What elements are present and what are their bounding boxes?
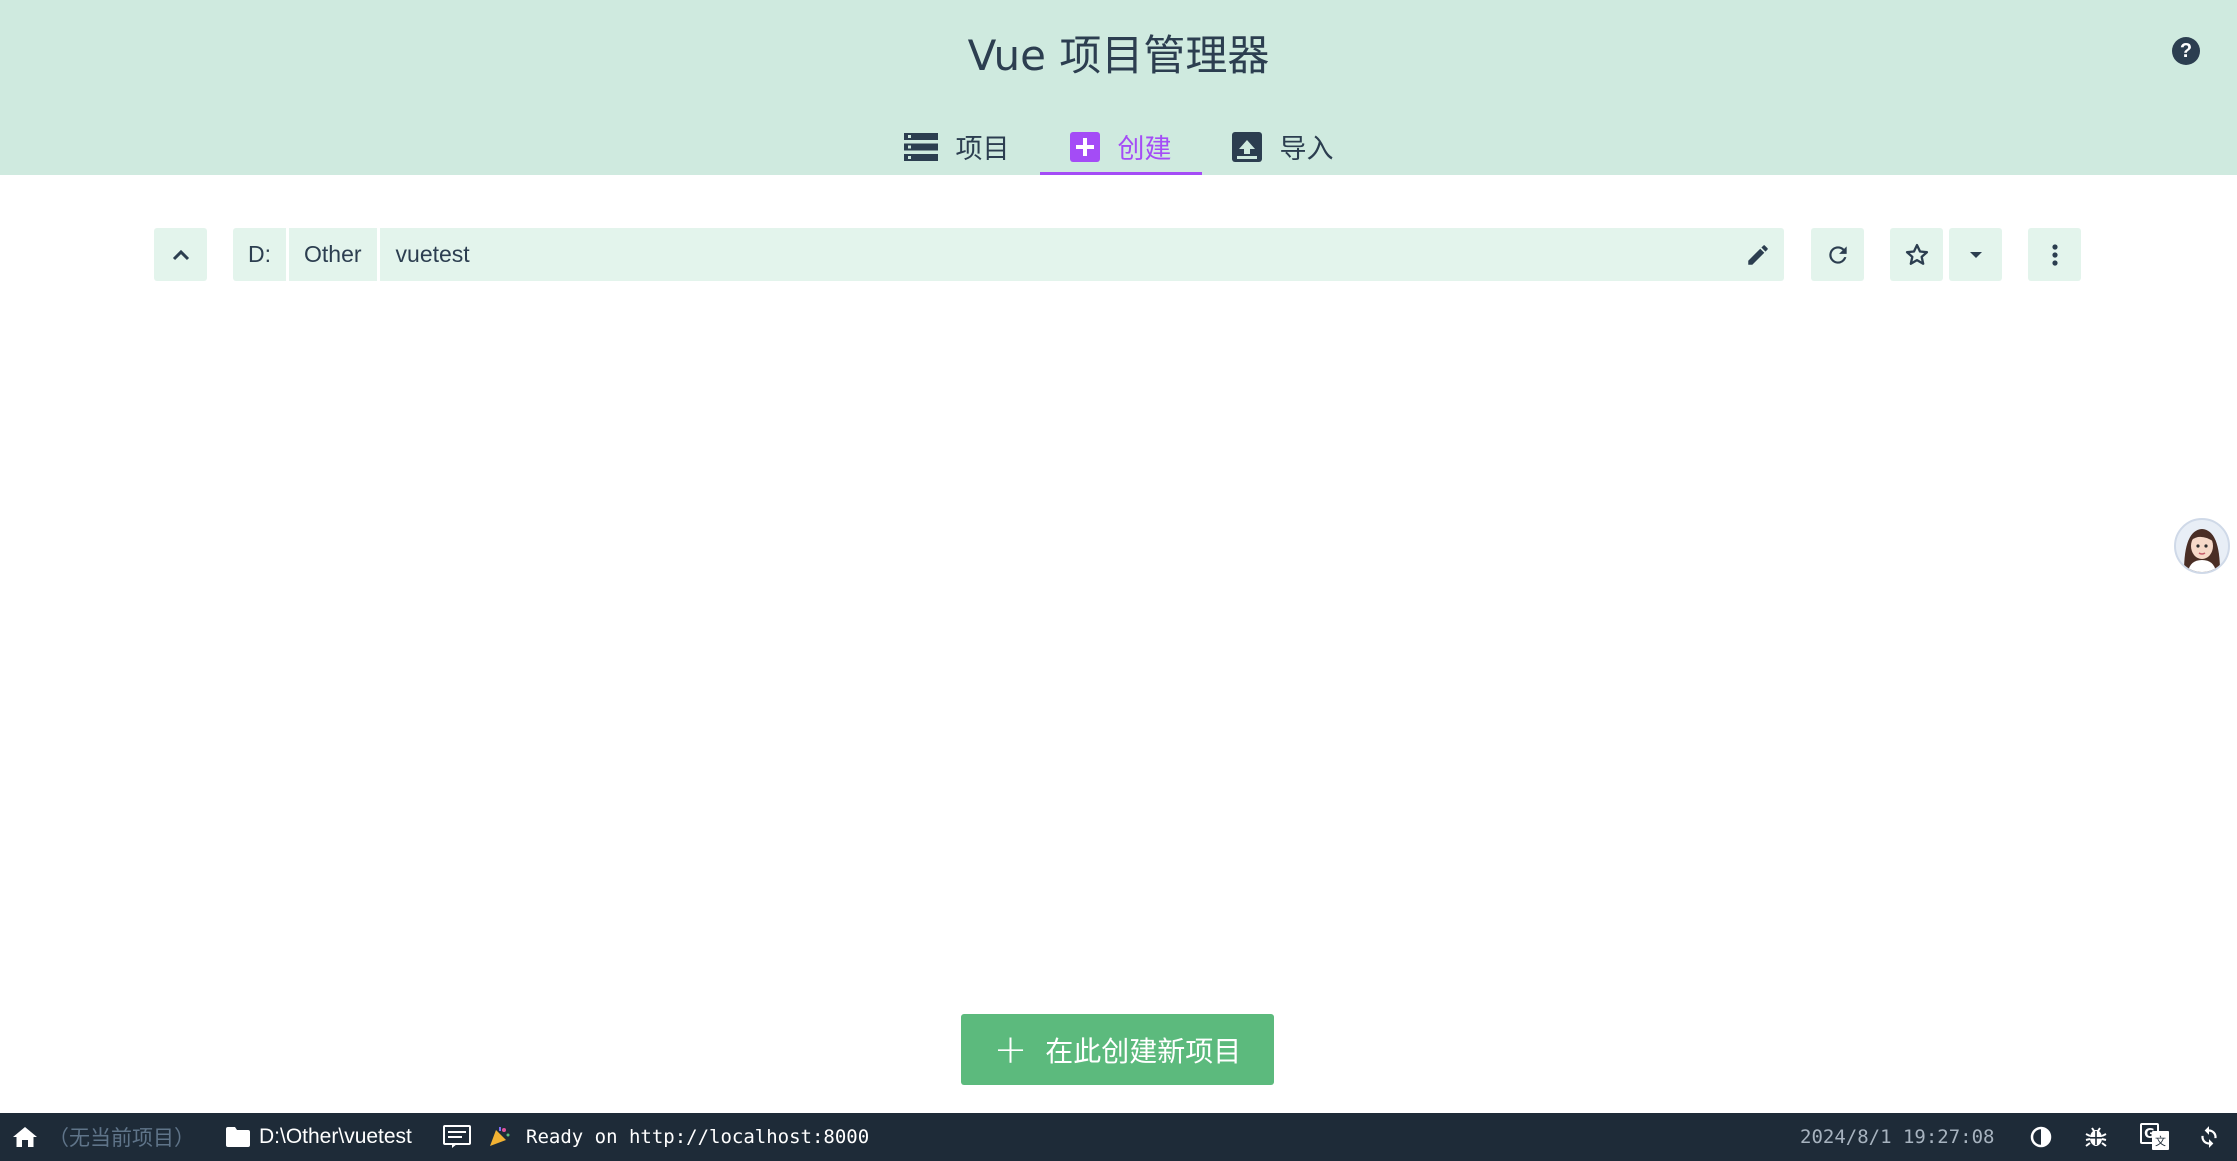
chevron-up-icon — [172, 249, 189, 260]
cwd-path[interactable]: D:\Other\vuetest — [259, 1113, 412, 1161]
status-bar: （无当前项目） D:\Other\vuetest Ready on http:/… — [0, 1113, 2237, 1161]
path-segment-other[interactable]: Other — [289, 228, 380, 281]
celebration-icon — [487, 1113, 511, 1161]
dark-mode-icon[interactable] — [2030, 1113, 2052, 1161]
bug-icon[interactable] — [2084, 1113, 2108, 1161]
favorites-dropdown-button[interactable] — [1949, 228, 2002, 281]
folder-up-button[interactable] — [154, 228, 207, 281]
translate-icon[interactable]: G 文 — [2140, 1113, 2170, 1161]
path-segment-drive[interactable]: D: — [233, 228, 289, 281]
create-button-label: 在此创建新项目 — [1045, 1034, 1242, 1068]
favorite-button[interactable] — [1890, 228, 1943, 281]
path-spacer — [485, 228, 1731, 281]
terminal-log-icon[interactable] — [443, 1113, 471, 1161]
edit-path-button[interactable] — [1731, 228, 1784, 281]
plus-icon: + — [993, 1026, 1028, 1073]
header: Vue 项目管理器 ? 项目 创建 导入 — [0, 0, 2237, 175]
tab-create[interactable]: 创建 — [1039, 118, 1202, 175]
star-outline-icon — [1905, 243, 1928, 265]
more-options-button[interactable] — [2028, 228, 2081, 281]
tab-label: 创建 — [1117, 134, 1172, 165]
status-message[interactable]: Ready on http://localhost:8000 — [526, 1113, 869, 1161]
tab-label: 导入 — [1279, 134, 1334, 165]
folder-icon — [225, 1113, 251, 1161]
page-title: Vue 项目管理器 — [967, 31, 1270, 80]
refresh-button[interactable] — [1811, 228, 1864, 281]
vue-project-manager: Vue 项目管理器 ? 项目 创建 导入 D: Other vuetest + … — [0, 0, 2237, 1161]
tab-projects[interactable]: 项目 — [874, 118, 1040, 175]
path-segment-vuetest[interactable]: vuetest — [380, 228, 485, 281]
current-project-label[interactable]: （无当前项目） — [48, 1113, 195, 1161]
tab-label: 项目 — [955, 134, 1010, 165]
path-breadcrumb: D: Other vuetest — [233, 228, 1784, 281]
pencil-icon — [1747, 244, 1768, 265]
svg-text:文: 文 — [2155, 1134, 2166, 1148]
help-icon[interactable]: ? — [2172, 37, 2200, 65]
home-icon[interactable] — [12, 1113, 38, 1161]
more-vert-icon — [2051, 243, 2058, 266]
plus-square-icon — [1069, 131, 1100, 162]
create-project-here-button[interactable]: + 在此创建新项目 — [961, 1014, 1274, 1085]
refresh-icon — [1828, 245, 1847, 264]
caret-down-icon — [1969, 251, 1982, 258]
nav-tabs: 项目 创建 导入 — [0, 118, 2237, 175]
assistant-avatar[interactable] — [2174, 518, 2230, 574]
list-icon — [903, 132, 938, 161]
refresh-icon[interactable] — [2196, 1113, 2222, 1161]
tab-import[interactable]: 导入 — [1202, 118, 1364, 175]
import-icon — [1231, 131, 1262, 162]
timestamp: 2024/8/1 19:27:08 — [1800, 1126, 1995, 1148]
